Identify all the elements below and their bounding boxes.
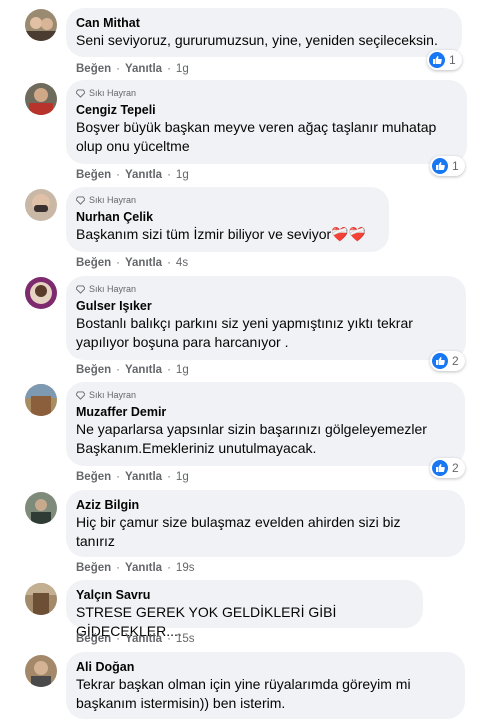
comment-author[interactable]: Nurhan Çelik [76,209,377,225]
reaction-number: 1 [452,159,459,173]
comment-text: Boşver büyük başkan meyve veren ağaç taş… [76,119,437,135]
comment-feed: Can Mithat Seni seviyoruz, gururumuzsun,… [0,0,503,727]
fan-badge: Sıkı Hayran [76,389,453,401]
timestamp[interactable]: 15s [176,633,195,645]
avatar[interactable] [25,583,57,615]
comment-actions: Beğen · Yanıtla · 1g [76,364,189,376]
like-reaction-icon [432,353,448,369]
comment-author[interactable]: Can Mithat [76,15,450,31]
like-reaction-icon [432,460,448,476]
reply-button[interactable]: Yanıtla [125,633,162,645]
comment-text: Başkanım sizi tüm İzmir biliyor ve seviy… [76,226,367,242]
avatar[interactable] [25,9,57,41]
timestamp[interactable]: 19s [176,562,195,574]
comment-text: Ne yaparlarsa yapsınlar sizin başarınızı… [76,421,427,437]
reply-button[interactable]: Yanıtla [125,562,162,574]
timestamp[interactable]: 1g [176,364,189,376]
comment-text: Seni seviyoruz, gururumuzsun, yine, yeni… [76,32,438,48]
avatar[interactable] [25,189,57,221]
diamond-icon [76,88,85,98]
comment-actions: Beğen · Yanıtla · 15s [76,633,195,645]
reply-button[interactable]: Yanıtla [125,257,162,269]
reaction-number: 2 [452,461,459,475]
reply-button[interactable]: Yanıtla [125,364,162,376]
diamond-icon [76,195,85,205]
reaction-number: 1 [449,53,456,67]
comment-bubble: Yalçın Savru STRESE GEREK YOK GELDİKLERİ… [66,580,423,639]
comment-author[interactable]: Muzaffer Demir [76,404,453,420]
comment-text: Başkanım.Emekleriniz unutulmayacak. [76,440,317,456]
comment-text: tanırız [76,533,115,549]
comment-text: başkanım istermisin)) ben isterim. [76,695,286,711]
comment-bubble: Can Mithat Seni seviyoruz, gururumuzsun,… [66,8,462,57]
avatar[interactable] [25,384,57,416]
comment-text: Bostanlı balıkçı parkını siz yeni yapmış… [76,315,413,331]
reaction-count[interactable]: 1 [430,156,465,176]
comment-actions: Beğen · Yanıtla · 4s [76,257,189,269]
comment-actions: Beğen · Yanıtla · 1g [76,169,189,181]
like-button[interactable]: Beğen [76,63,111,75]
diamond-icon [76,390,85,400]
comment-author[interactable]: Gulser Işıker [76,298,454,314]
like-button[interactable]: Beğen [76,364,111,376]
timestamp[interactable]: 1g [176,63,189,75]
comment-text: Tekrar başkan olman için yine rüyalarımd… [76,676,411,692]
comment-text: olup onu yüceltme [76,138,190,154]
timestamp[interactable]: 1g [176,169,189,181]
fan-badge: Sıkı Hayran [76,283,454,295]
comment-bubble: Ali Doğan Tekrar başkan olman için yine … [66,652,465,719]
avatar[interactable] [25,492,57,524]
like-button[interactable]: Beğen [76,633,111,645]
comment-author[interactable]: Cengiz Tepeli [76,102,455,118]
reaction-count[interactable]: 1 [427,50,462,70]
reaction-number: 2 [452,354,459,368]
like-button[interactable]: Beğen [76,257,111,269]
avatar[interactable] [25,83,57,115]
comment-bubble: Sıkı Hayran Gulser Işıker Bostanlı balık… [66,276,466,360]
comment-actions: Beğen · Yanıtla · 1g [76,63,189,75]
timestamp[interactable]: 4s [176,257,188,269]
reaction-count[interactable]: 2 [430,458,465,478]
like-button[interactable]: Beğen [76,169,111,181]
like-reaction-icon [429,52,445,68]
timestamp[interactable]: 1g [176,471,189,483]
avatar[interactable] [25,277,57,309]
comment-author[interactable]: Aziz Bilgin [76,497,453,513]
comment-bubble: Sıkı Hayran Muzaffer Demir Ne yaparlarsa… [66,382,465,466]
comment-author[interactable]: Ali Doğan [76,659,453,675]
comment-actions: Beğen · Yanıtla · 19s [76,562,195,574]
comment-actions: Beğen · Yanıtla · 1g [76,471,189,483]
comment-author[interactable]: Yalçın Savru [76,587,411,603]
comment-text: yapılıyor boşuna para harcanıyor . [76,334,289,350]
like-button[interactable]: Beğen [76,562,111,574]
comment-bubble: Sıkı Hayran Nurhan Çelik Başkanım sizi t… [66,187,389,252]
reply-button[interactable]: Yanıtla [125,169,162,181]
like-reaction-icon [432,158,448,174]
fan-badge: Sıkı Hayran [76,194,377,206]
comment-bubble: Aziz Bilgin Hiç bir çamur size bulaşmaz … [66,490,465,557]
comment-bubble: Sıkı Hayran Cengiz Tepeli Boşver büyük b… [66,80,467,164]
reply-button[interactable]: Yanıtla [125,471,162,483]
reaction-count[interactable]: 2 [430,351,465,371]
avatar[interactable] [25,655,57,687]
comment-text: Hiç bir çamur size bulaşmaz evelden ahir… [76,514,401,530]
reply-button[interactable]: Yanıtla [125,63,162,75]
diamond-icon [76,284,85,294]
like-button[interactable]: Beğen [76,471,111,483]
fan-badge: Sıkı Hayran [76,87,455,99]
